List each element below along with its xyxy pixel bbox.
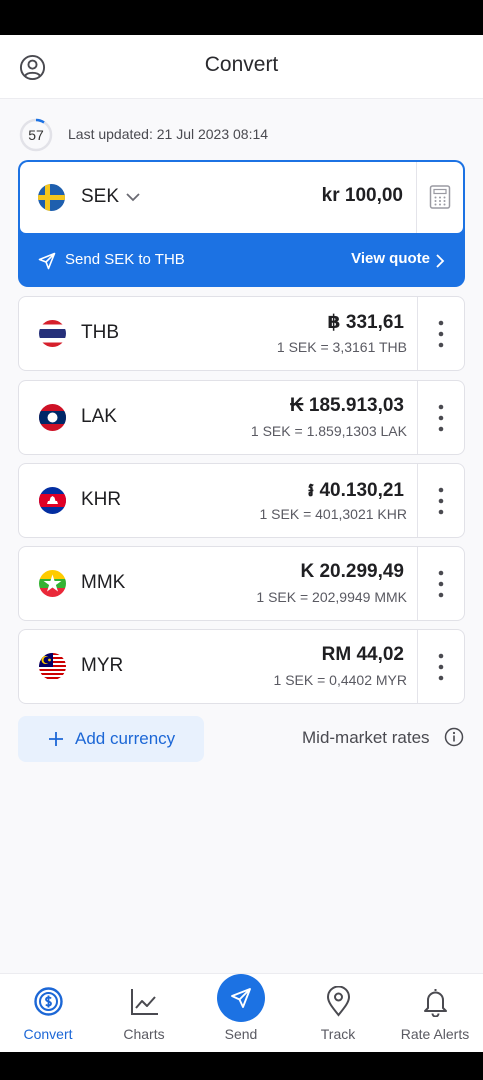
base-currency-row: SEK kr 100,00 xyxy=(20,162,463,233)
exchange-rate: 1 SEK = 3,3161 THB xyxy=(276,339,407,355)
currency-row-mmk[interactable]: MMK K 20.299,49 1 SEK = 202,9949 MMK xyxy=(18,546,465,621)
flag-thailand-icon xyxy=(39,320,66,347)
app-header: Convert xyxy=(0,35,483,99)
currency-code: MMK xyxy=(81,572,126,593)
flag-cambodia-icon xyxy=(39,487,66,514)
currency-row-myr[interactable]: MYR RM 44,02 1 SEK = 0,4402 MYR xyxy=(18,629,465,704)
divider xyxy=(417,547,418,620)
nav-label: Convert xyxy=(23,1026,73,1042)
converted-amount: ៛ 40.130,21 xyxy=(308,480,404,501)
nav-track[interactable]: Track xyxy=(290,974,386,1053)
divider xyxy=(417,630,418,703)
more-options-icon[interactable] xyxy=(432,402,450,434)
system-navigation-bar xyxy=(0,1052,483,1080)
currency-row-thb[interactable]: THB ฿ 331,61 1 SEK = 3,3161 THB xyxy=(18,296,465,371)
nav-label: Send xyxy=(224,1026,258,1042)
currency-row-khr[interactable]: KHR ៛ 40.130,21 1 SEK = 401,3021 KHR xyxy=(18,463,465,538)
more-options-icon[interactable] xyxy=(432,318,450,350)
converted-amount: K 20.299,49 xyxy=(300,561,404,582)
nav-label: Rate Alerts xyxy=(400,1026,470,1042)
currency-code: KHR xyxy=(81,489,122,510)
bell-icon xyxy=(424,989,447,1017)
nav-label: Track xyxy=(320,1026,356,1042)
view-quote-button[interactable]: View quote xyxy=(351,250,430,267)
more-options-icon[interactable] xyxy=(432,568,450,600)
more-options-icon[interactable] xyxy=(432,651,450,683)
send-plane-icon xyxy=(38,252,56,270)
divider xyxy=(417,464,418,537)
send-money-link[interactable]: Send SEK to THB xyxy=(65,251,185,268)
converted-amount: ₭ 185.913,03 xyxy=(289,395,404,416)
more-options-icon[interactable] xyxy=(432,485,450,517)
converted-amount: RM 44,02 xyxy=(321,644,404,665)
converted-amount: ฿ 331,61 xyxy=(327,312,404,333)
plus-icon xyxy=(49,732,63,746)
last-updated-text: Last updated: 21 Jul 2023 08:14 xyxy=(68,126,269,142)
calculator-icon[interactable] xyxy=(429,185,451,209)
flag-malaysia-icon xyxy=(39,653,66,680)
converter-screen: Convert 57 Last updated: 21 Jul 2023 08:… xyxy=(0,35,483,1052)
flag-myanmar-icon xyxy=(39,570,66,597)
mid-market-rates-label[interactable]: Mid-market rates xyxy=(302,728,430,748)
send-icon xyxy=(231,988,251,1008)
location-pin-icon xyxy=(326,986,351,1017)
add-currency-button[interactable]: Add currency xyxy=(18,716,204,762)
refresh-countdown: 57 xyxy=(28,127,44,143)
currency-code: LAK xyxy=(81,406,117,427)
nav-send[interactable]: Send xyxy=(193,974,289,1053)
base-amount-input[interactable]: kr 100,00 xyxy=(322,185,403,207)
nav-rate-alerts[interactable]: Rate Alerts xyxy=(387,974,483,1053)
nav-label: Charts xyxy=(123,1026,165,1042)
exchange-rate: 1 SEK = 1.859,1303 LAK xyxy=(250,423,407,439)
currency-code: THB xyxy=(81,322,119,343)
flag-laos-icon xyxy=(39,404,66,431)
exchange-rate: 1 SEK = 202,9949 MMK xyxy=(256,589,407,605)
divider xyxy=(416,162,417,233)
flag-sweden-icon xyxy=(38,184,65,211)
divider xyxy=(417,297,418,370)
page-title: Convert xyxy=(204,53,279,76)
chevron-down-icon[interactable] xyxy=(124,190,142,204)
base-currency-code[interactable]: SEK xyxy=(81,186,119,208)
exchange-rate: 1 SEK = 401,3021 KHR xyxy=(259,506,408,522)
convert-icon xyxy=(34,987,63,1016)
currency-code: MYR xyxy=(81,655,124,676)
exchange-rate: 1 SEK = 0,4402 MYR xyxy=(273,672,407,688)
nav-convert[interactable]: Convert xyxy=(0,974,96,1053)
bottom-navigation: Convert Charts Send Track Rate Alerts xyxy=(0,973,483,1052)
divider xyxy=(417,381,418,454)
currency-row-lak[interactable]: LAK ₭ 185.913,03 1 SEK = 1.859,1303 LAK xyxy=(18,380,465,455)
chevron-right-icon[interactable] xyxy=(435,253,445,269)
add-currency-label: Add currency xyxy=(75,729,176,748)
chart-icon xyxy=(131,989,158,1015)
info-icon[interactable] xyxy=(444,727,464,747)
base-currency-card: SEK kr 100,00 Send SEK to THB View quote xyxy=(18,160,465,287)
nav-charts[interactable]: Charts xyxy=(96,974,192,1053)
